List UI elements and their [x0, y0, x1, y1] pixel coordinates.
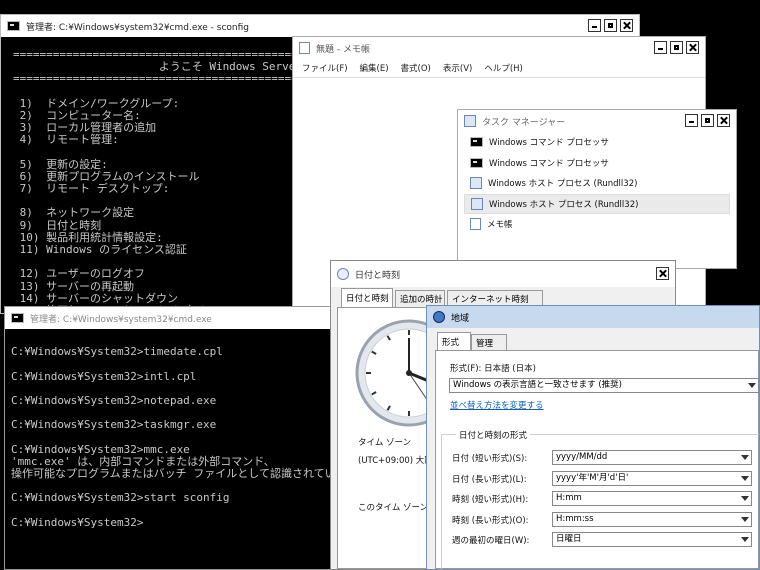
console-line: C:¥Windows¥System32>taskmgr.exe [11, 418, 217, 432]
minimize-button[interactable] [654, 41, 667, 54]
chevron-down-icon [748, 383, 756, 388]
process-label: Windows コマンド プロセッサ [489, 158, 609, 169]
app-icon [471, 197, 483, 210]
window-title: 管理者: C:¥Windows¥system32¥cmd.exe - sconf… [26, 22, 250, 33]
field-label: 時刻 (長い形式)(O): [452, 515, 529, 526]
field-value: yyyy/MM/dd [556, 452, 608, 462]
menu-bar: ファイル(F) 編集(E) 書式(O) 表示(V) ヘルプ(H) [293, 59, 705, 78]
window-title: タスク マネージャー [482, 117, 566, 128]
app-icon [470, 177, 482, 189]
group-title: 日付と時刻の形式 [456, 429, 531, 441]
process-row[interactable]: Windows コマンド プロセッサ [464, 153, 730, 173]
task-manager-window[interactable]: タスク マネージャー Windows コマンド プロセッサ Windows コマン… [457, 109, 737, 269]
menu-item[interactable]: 書式(O) [401, 62, 431, 74]
menu-item[interactable]: ヘルプ(H) [484, 62, 523, 74]
maximize-button[interactable] [670, 41, 683, 54]
close-button[interactable] [656, 267, 669, 280]
region-window[interactable]: 地域 形式 管理 形式(F): 日本語 (日本) Windows の表示言語と一致… [426, 305, 760, 570]
region-titlebar[interactable]: 地域 [427, 306, 759, 328]
chevron-down-icon [741, 455, 749, 460]
field-label: 時刻 (短い形式)(H): [452, 495, 529, 505]
cmd-icon [11, 313, 24, 323]
notepad-icon [470, 218, 481, 230]
process-label: メモ帳 [487, 220, 513, 230]
menu-item[interactable]: ファイル(F) [302, 62, 348, 74]
field-value: 日曜日 [556, 534, 582, 544]
process-label: Windows ホスト プロセス (Rundll32) [488, 179, 638, 189]
process-label: Windows コマンド プロセッサ [489, 138, 609, 148]
minimize-button[interactable] [685, 114, 698, 127]
format-select[interactable]: Windows の表示言語と一致させます (推奨) [449, 378, 759, 393]
format-label: 形式(F): 日本語 (日本) [450, 364, 536, 374]
maximize-button[interactable] [701, 114, 714, 127]
tab-panel: 形式(F): 日本語 (日本) Windows の表示言語と一致させます (推奨… [435, 350, 759, 569]
console-line: C:¥Windows¥System32>notepad.exe [11, 393, 217, 407]
close-button[interactable] [620, 19, 633, 32]
notepad-icon [299, 42, 310, 54]
cmd-sconfig-titlebar[interactable]: 管理者: C:¥Windows¥system32¥cmd.exe - sconf… [1, 15, 639, 37]
tab-1[interactable]: 管理 [471, 334, 507, 351]
field-value: H:mm:ss [556, 513, 594, 524]
console-line: 操作可能なプログラムまたはバッチ ファイルとして認識されていません。 [11, 467, 374, 481]
maximize-button[interactable] [604, 19, 617, 32]
window-title: 地域 [451, 313, 470, 324]
notepad-titlebar[interactable]: 無題 - メモ帳 [293, 37, 705, 59]
process-row[interactable]: メモ帳 [464, 214, 730, 234]
console-line: C:¥Windows¥System32> [11, 515, 144, 529]
menu-item[interactable]: 編集(E) [360, 62, 389, 74]
console-line: C:¥Windows¥System32>timedate.cpl [11, 345, 223, 359]
menu-item[interactable]: 表示(V) [443, 62, 472, 74]
format-field-select[interactable]: yyyy/MM/dd [552, 450, 752, 465]
format-field-select[interactable]: 日曜日 [552, 532, 752, 547]
process-row[interactable]: Windows ホスト プロセス (Rundll32) [464, 193, 730, 214]
process-row[interactable]: Windows ホスト プロセス (Rundll32) [464, 173, 730, 193]
minimize-button[interactable] [588, 19, 601, 32]
field-value: H:mm [556, 493, 582, 503]
window-title: 日付と時刻 [355, 270, 401, 281]
format-field-select[interactable]: H:mm:ss [552, 511, 752, 527]
field-label: 日付 (長い形式)(L): [452, 474, 527, 485]
cmd-window[interactable]: 管理者: C:¥Windows¥system32¥cmd.exe C:¥Wind… [4, 306, 374, 570]
task-manager-icon [464, 115, 476, 127]
date-time-format-group: 日付と時刻の形式 日付 (短い形式)(S): yyyy/MM/dd 日付 (長い形式… [441, 429, 759, 569]
cmd-icon [470, 157, 483, 168]
cmd-icon [470, 137, 483, 147]
tab-0[interactable]: 日付と時刻 [341, 288, 393, 307]
process-row[interactable]: Windows コマンド プロセッサ [464, 132, 730, 152]
window-title: 無題 - メモ帳 [316, 44, 370, 55]
console-line: C:¥Windows¥System32>start sconfig [11, 491, 230, 505]
close-button[interactable] [717, 114, 730, 127]
datetime-titlebar[interactable]: 日付と時刻 [331, 261, 675, 287]
field-label: 週の最初の曜日(W): [452, 536, 530, 546]
format-field-select[interactable]: yyyy'年'M'月'd'日' [552, 470, 752, 486]
chevron-down-icon [741, 516, 749, 522]
field-value: yyyy'年'M'月'd'日' [556, 472, 629, 483]
format-field-select[interactable]: H:mm [552, 491, 752, 506]
cmd-titlebar[interactable]: 管理者: C:¥Windows¥system32¥cmd.exe [5, 307, 373, 329]
process-label: Windows ホスト プロセス (Rundll32) [489, 199, 639, 210]
timezone-label: タイム ゾーン [358, 438, 412, 448]
window-title: 管理者: C:¥Windows¥system32¥cmd.exe [30, 314, 212, 325]
cmd-icon [7, 21, 20, 31]
console-output: C:¥Windows¥System32>timedate.cpl C:¥Windo… [11, 334, 373, 529]
sort-method-link[interactable]: 並べ替え方法を変更する [450, 399, 544, 411]
close-button[interactable] [686, 41, 699, 54]
clock-icon [337, 268, 349, 280]
tab-0[interactable]: 形式 [437, 332, 471, 351]
chevron-down-icon [741, 537, 749, 542]
chevron-down-icon [741, 496, 749, 501]
field-label: 日付 (短い形式)(S): [452, 454, 528, 464]
taskmgr-titlebar[interactable]: タスク マネージャー [458, 110, 736, 132]
globe-icon [433, 311, 445, 323]
console-line: C:¥Windows¥System32>intl.cpl [11, 369, 197, 383]
chevron-down-icon [741, 475, 749, 481]
